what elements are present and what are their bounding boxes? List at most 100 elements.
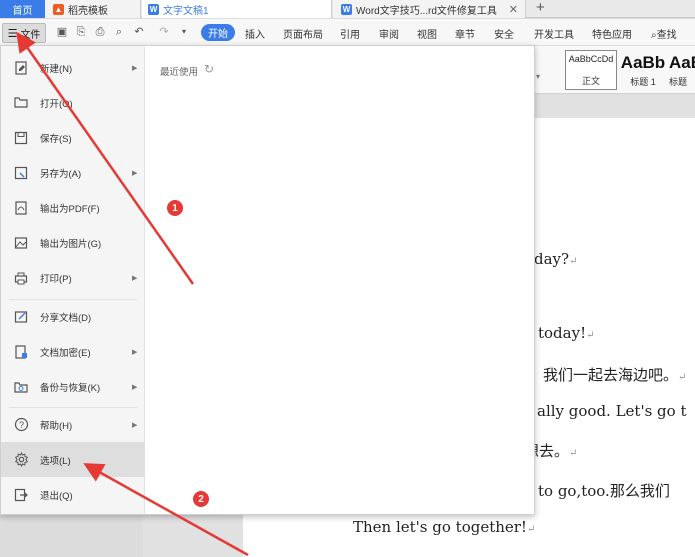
style-heading-label: 标题 bbox=[669, 77, 688, 87]
file-menu-list: 新建(N) ▶ 打开(O) 保存(S) 另存为(A) ▶ 输出为PDF(F) 输… bbox=[1, 46, 145, 514]
style-heading-1[interactable]: AaBb 标题 1 bbox=[617, 50, 669, 90]
backup-icon bbox=[13, 379, 29, 395]
print-preview-icon[interactable]: ⌕ bbox=[113, 26, 125, 38]
save-icon[interactable]: ▣ bbox=[56, 26, 68, 38]
print-icon bbox=[13, 270, 29, 286]
chevron-right-icon: ▶ bbox=[132, 64, 138, 72]
file-menu-new-label: 新建(N) bbox=[40, 63, 73, 75]
file-menu-share[interactable]: 分享文档(D) bbox=[1, 299, 145, 334]
menu-special-apps[interactable]: 特色应用 bbox=[592, 26, 632, 41]
tab-document-1[interactable]: W 文字文稿1 bbox=[142, 0, 332, 18]
menu-start[interactable]: 开始 bbox=[201, 24, 235, 41]
file-menu-backup[interactable]: 备份与恢复(K) ▶ bbox=[1, 369, 145, 404]
exit-icon bbox=[13, 487, 29, 503]
tab-template[interactable]: ▲ 稻壳模板 bbox=[45, 0, 141, 18]
doc-line: Then let's go together!↵ bbox=[353, 518, 536, 536]
file-menu-open-label: 打开(O) bbox=[40, 98, 73, 110]
pdf-icon bbox=[13, 200, 29, 216]
chevron-down-icon[interactable]: ▾ bbox=[536, 72, 540, 81]
file-menu-export-image-label: 输出为图片(G) bbox=[40, 238, 102, 250]
file-menu-label: 文件 bbox=[20, 29, 41, 41]
chevron-right-icon: ▶ bbox=[132, 274, 138, 282]
doc-line: to go,too.那么我们 bbox=[538, 482, 670, 500]
file-menu-options-label: 选项(L) bbox=[40, 455, 71, 467]
export-icon[interactable]: ⎘ bbox=[75, 26, 87, 38]
file-menu-export-image[interactable]: 输出为图片(G) bbox=[1, 225, 145, 260]
redo-icon[interactable]: ↷ bbox=[158, 26, 170, 38]
new-doc-icon bbox=[13, 60, 29, 76]
menu-start-label: 开始 bbox=[208, 29, 228, 40]
daoke-logo-icon: ▲ bbox=[53, 3, 64, 15]
recent-files-title: 最近使用 bbox=[160, 67, 199, 78]
file-menu-export-pdf-label: 输出为PDF(F) bbox=[40, 203, 100, 215]
file-menu: 新建(N) ▶ 打开(O) 保存(S) 另存为(A) ▶ 输出为PDF(F) 输… bbox=[0, 45, 535, 515]
menu-insert[interactable]: 插入 bbox=[245, 26, 265, 41]
folder-open-icon bbox=[13, 95, 29, 111]
menu-find[interactable]: ⌕查找 bbox=[651, 26, 677, 41]
tab-home-label: 首页 bbox=[12, 5, 33, 17]
file-menu-export-pdf[interactable]: 输出为PDF(F) bbox=[1, 190, 145, 225]
doc-line: 我们一起去海边吧。↵ bbox=[543, 366, 687, 384]
chevron-right-icon: ▶ bbox=[132, 169, 138, 177]
file-menu-save-as[interactable]: 另存为(A) ▶ bbox=[1, 155, 145, 190]
tab-document-2[interactable]: W Word文字技巧...rd文件修复工具 ✕ bbox=[333, 0, 526, 18]
lock-doc-icon bbox=[13, 344, 29, 360]
file-menu-save-label: 保存(S) bbox=[40, 133, 72, 145]
file-menu-new[interactable]: 新建(N) ▶ bbox=[1, 50, 145, 85]
share-icon bbox=[13, 309, 29, 325]
menu-security[interactable]: 安全 bbox=[494, 26, 514, 41]
print-icon[interactable]: ⎙ bbox=[94, 26, 106, 38]
file-menu-encrypt[interactable]: 文档加密(E) ▶ bbox=[1, 334, 145, 369]
doc-line: ally good. Let's go t bbox=[537, 402, 687, 420]
tab-document-2-label: Word文字技巧...rd文件修复工具 bbox=[356, 5, 497, 17]
annotation-badge: 2 bbox=[193, 491, 209, 507]
close-icon[interactable]: ✕ bbox=[509, 3, 518, 16]
tab-template-label: 稻壳模板 bbox=[68, 5, 108, 17]
style-heading-sample: AaB bbox=[669, 53, 695, 72]
style-heading-1-label: 标题 1 bbox=[630, 77, 656, 87]
file-menu-save[interactable]: 保存(S) bbox=[1, 120, 145, 155]
image-icon bbox=[13, 235, 29, 251]
file-menu-encrypt-label: 文档加密(E) bbox=[40, 347, 91, 359]
file-menu-help[interactable]: ? 帮助(H) ▶ bbox=[1, 407, 145, 442]
wps-writer-icon: W bbox=[148, 3, 159, 15]
chevron-down-icon[interactable]: ▾ bbox=[178, 26, 190, 38]
undo-icon[interactable]: ↶ bbox=[133, 26, 145, 38]
menu-bar: ☰ 文件 ▣ ⎘ ⎙ ⌕ ↶ ↷ ▾ 开始 插入 页面布局 引用 审阅 视图 章… bbox=[0, 19, 695, 46]
style-normal-sample: AaBbCcDd bbox=[568, 54, 614, 64]
help-icon: ? bbox=[13, 417, 29, 433]
hamburger-icon: ☰ bbox=[7, 27, 18, 40]
file-menu-backup-label: 备份与恢复(K) bbox=[40, 382, 101, 394]
style-normal-label: 正文 bbox=[581, 76, 600, 86]
svg-text:?: ? bbox=[18, 420, 23, 430]
annotation-badge: 1 bbox=[167, 200, 183, 216]
file-menu-open[interactable]: 打开(O) bbox=[1, 85, 145, 120]
gear-icon bbox=[13, 452, 29, 468]
chevron-right-icon: ▶ bbox=[132, 348, 138, 356]
menu-developer-tools[interactable]: 开发工具 bbox=[534, 26, 574, 41]
add-tab-icon[interactable]: + bbox=[536, 0, 545, 16]
file-menu-exit-label: 退出(Q) bbox=[40, 490, 73, 502]
file-menu-print[interactable]: 打印(P) ▶ bbox=[1, 260, 145, 295]
tab-strip: 首页 ▲ 稻壳模板 W 文字文稿1 W Word文字技巧...rd文件修复工具 … bbox=[0, 0, 695, 18]
menu-page-layout[interactable]: 页面布局 bbox=[283, 26, 323, 41]
tab-home[interactable]: 首页 bbox=[0, 0, 45, 18]
menu-review[interactable]: 审阅 bbox=[379, 26, 399, 41]
menu-view[interactable]: 视图 bbox=[417, 26, 437, 41]
menu-chapter[interactable]: 章节 bbox=[455, 26, 475, 41]
doc-line: today!↵ bbox=[538, 324, 595, 342]
style-heading[interactable]: AaB 标题 bbox=[669, 50, 695, 90]
doc-line: day?↵ bbox=[534, 250, 578, 268]
file-menu-save-as-label: 另存为(A) bbox=[40, 168, 82, 180]
file-menu-options[interactable]: 选项(L) bbox=[1, 442, 145, 477]
save-icon bbox=[13, 130, 29, 146]
menu-references[interactable]: 引用 bbox=[340, 26, 360, 41]
save-as-icon bbox=[13, 165, 29, 181]
file-menu-exit[interactable]: 退出(Q) bbox=[1, 477, 145, 512]
refresh-icon[interactable]: ↻ bbox=[204, 63, 216, 75]
file-menu-help-label: 帮助(H) bbox=[40, 420, 73, 432]
style-normal[interactable]: AaBbCcDd 正文 bbox=[565, 50, 617, 90]
chevron-right-icon: ▶ bbox=[132, 421, 138, 429]
style-heading-1-sample: AaBb bbox=[620, 53, 666, 72]
file-menu-button[interactable]: ☰ 文件 bbox=[2, 23, 46, 43]
